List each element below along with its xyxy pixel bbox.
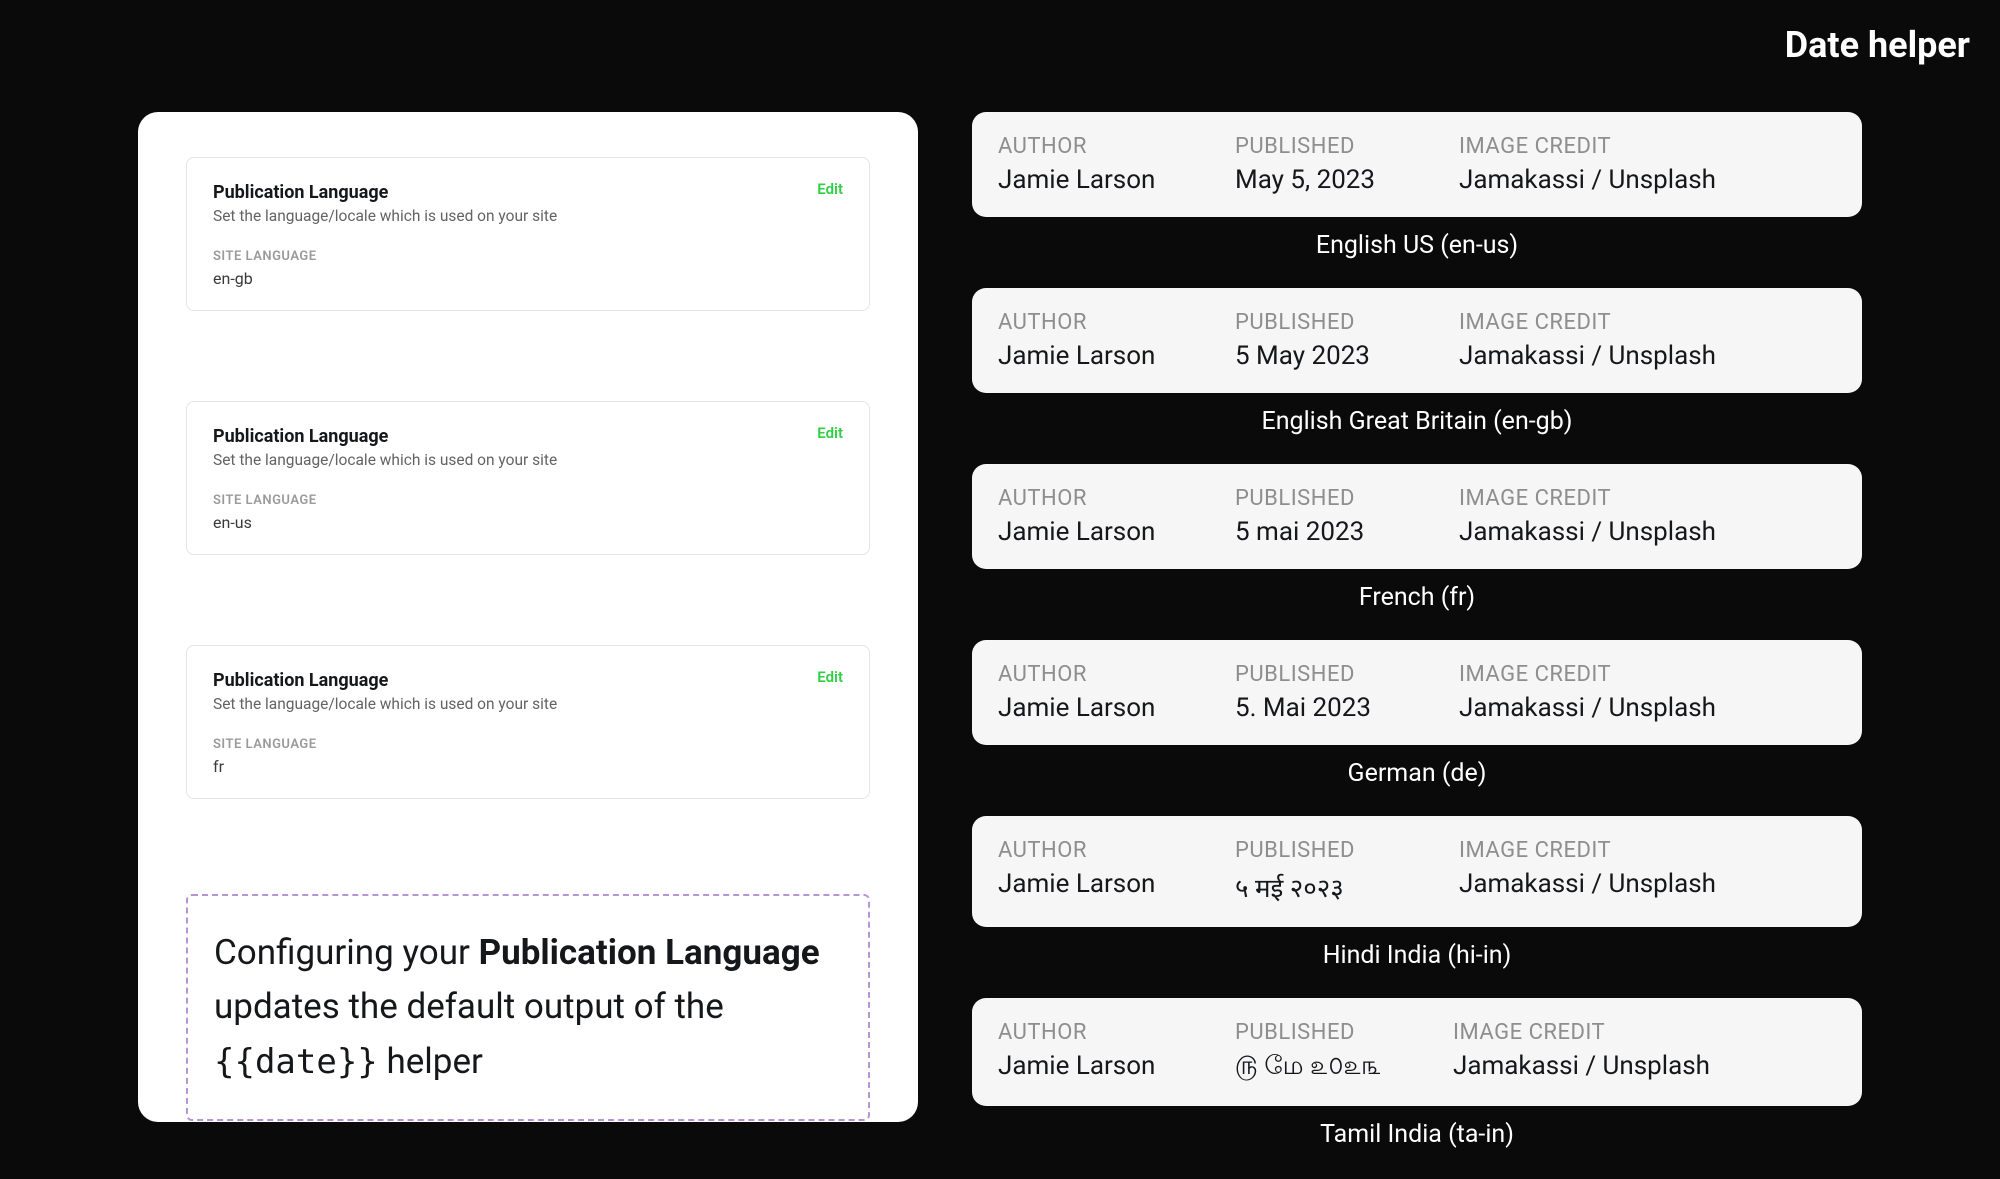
- col-label-credit: IMAGE CREDIT: [1459, 662, 1836, 687]
- preview-caption: German (de): [972, 759, 1862, 788]
- preview-caption: French (fr): [972, 583, 1862, 612]
- col-value-author: Jamie Larson: [998, 517, 1217, 547]
- callout-code: {{date}}: [214, 1042, 378, 1082]
- preview-credit-col: IMAGE CREDIT Jamakassi / Unsplash: [1459, 662, 1836, 723]
- setting-field-value: en-gb: [213, 269, 843, 288]
- col-label-credit: IMAGE CREDIT: [1453, 1020, 1836, 1045]
- col-label-author: AUTHOR: [998, 1020, 1217, 1045]
- preview-author-col: AUTHOR Jamie Larson: [998, 310, 1217, 371]
- col-value-author: Jamie Larson: [998, 693, 1217, 723]
- col-label-author: AUTHOR: [998, 310, 1217, 335]
- setting-title: Publication Language: [213, 670, 843, 691]
- info-callout: Configuring your Publication Language up…: [186, 894, 870, 1121]
- preview-published-col: PUBLISHED ५ मई २०२३: [1235, 838, 1441, 905]
- col-value-author: Jamie Larson: [998, 869, 1217, 899]
- previews-panel: AUTHOR Jamie Larson PUBLISHED May 5, 202…: [972, 112, 1862, 1177]
- col-value-credit: Jamakassi / Unsplash: [1459, 693, 1836, 723]
- locale-preview-card: AUTHOR Jamie Larson PUBLISHED ५ मई २०२३ …: [972, 816, 1862, 927]
- col-label-author: AUTHOR: [998, 662, 1217, 687]
- preview-credit-col: IMAGE CREDIT Jamakassi / Unsplash: [1459, 486, 1836, 547]
- col-value-credit: Jamakassi / Unsplash: [1459, 165, 1836, 195]
- col-label-published: PUBLISHED: [1235, 310, 1441, 335]
- col-label-credit: IMAGE CREDIT: [1459, 486, 1836, 511]
- preview-published-col: PUBLISHED 5. Mai 2023: [1235, 662, 1441, 723]
- setting-description: Set the language/locale which is used on…: [213, 695, 843, 713]
- col-label-published: PUBLISHED: [1235, 1020, 1435, 1045]
- preview-author-col: AUTHOR Jamie Larson: [998, 838, 1217, 905]
- publication-language-card: Publication Language Set the language/lo…: [186, 157, 870, 311]
- col-label-published: PUBLISHED: [1235, 838, 1441, 863]
- preview-caption: English US (en-us): [972, 231, 1862, 260]
- col-value-author: Jamie Larson: [998, 341, 1217, 371]
- col-label-author: AUTHOR: [998, 838, 1217, 863]
- col-value-author: Jamie Larson: [998, 1051, 1217, 1081]
- edit-button[interactable]: Edit: [817, 668, 843, 686]
- preview-author-col: AUTHOR Jamie Larson: [998, 1020, 1217, 1084]
- col-label-credit: IMAGE CREDIT: [1459, 310, 1836, 335]
- col-label-published: PUBLISHED: [1235, 134, 1441, 159]
- col-label-author: AUTHOR: [998, 486, 1217, 511]
- preview-published-col: PUBLISHED ௫ மே ௨௦௨௩: [1235, 1020, 1435, 1084]
- callout-bold: Publication Language: [479, 932, 820, 973]
- preview-published-col: PUBLISHED 5 May 2023: [1235, 310, 1441, 371]
- settings-panel: Publication Language Set the language/lo…: [138, 112, 918, 1122]
- setting-field-value: en-us: [213, 513, 843, 532]
- preview-published-col: PUBLISHED 5 mai 2023: [1235, 486, 1441, 547]
- publication-language-card: Publication Language Set the language/lo…: [186, 645, 870, 799]
- preview-author-col: AUTHOR Jamie Larson: [998, 134, 1217, 195]
- col-value-credit: Jamakassi / Unsplash: [1459, 517, 1836, 547]
- locale-preview-card: AUTHOR Jamie Larson PUBLISHED May 5, 202…: [972, 112, 1862, 217]
- locale-preview-card: AUTHOR Jamie Larson PUBLISHED 5 mai 2023…: [972, 464, 1862, 569]
- preview-credit-col: IMAGE CREDIT Jamakassi / Unsplash: [1459, 838, 1836, 905]
- edit-button[interactable]: Edit: [817, 180, 843, 198]
- preview-credit-col: IMAGE CREDIT Jamakassi / Unsplash: [1459, 134, 1836, 195]
- setting-description: Set the language/locale which is used on…: [213, 207, 843, 225]
- setting-field-value: fr: [213, 757, 843, 776]
- col-value-published: 5 May 2023: [1235, 341, 1441, 371]
- preview-caption: English Great Britain (en-gb): [972, 407, 1862, 436]
- col-value-credit: Jamakassi / Unsplash: [1459, 869, 1836, 899]
- setting-description: Set the language/locale which is used on…: [213, 451, 843, 469]
- locale-preview-card: AUTHOR Jamie Larson PUBLISHED 5 May 2023…: [972, 288, 1862, 393]
- setting-title: Publication Language: [213, 426, 843, 447]
- locale-preview-card: AUTHOR Jamie Larson PUBLISHED ௫ மே ௨௦௨௩ …: [972, 998, 1862, 1106]
- col-label-published: PUBLISHED: [1235, 662, 1441, 687]
- preview-credit-col: IMAGE CREDIT Jamakassi / Unsplash: [1459, 310, 1836, 371]
- preview-published-col: PUBLISHED May 5, 2023: [1235, 134, 1441, 195]
- col-value-published: 5. Mai 2023: [1235, 693, 1441, 723]
- col-label-author: AUTHOR: [998, 134, 1217, 159]
- preview-credit-col: IMAGE CREDIT Jamakassi / Unsplash: [1453, 1020, 1836, 1084]
- col-label-credit: IMAGE CREDIT: [1459, 838, 1836, 863]
- page-title: Date helper: [1785, 24, 1970, 66]
- col-value-credit: Jamakassi / Unsplash: [1459, 341, 1836, 371]
- callout-text: Configuring your: [214, 932, 479, 973]
- col-value-author: Jamie Larson: [998, 165, 1217, 195]
- col-value-published: 5 mai 2023: [1235, 517, 1441, 547]
- col-label-published: PUBLISHED: [1235, 486, 1441, 511]
- setting-field-label: SITE LANGUAGE: [213, 737, 843, 752]
- setting-field-label: SITE LANGUAGE: [213, 249, 843, 264]
- locale-preview-card: AUTHOR Jamie Larson PUBLISHED 5. Mai 202…: [972, 640, 1862, 745]
- callout-text: helper: [378, 1041, 483, 1082]
- preview-author-col: AUTHOR Jamie Larson: [998, 662, 1217, 723]
- col-value-published: ५ मई २०२३: [1235, 869, 1441, 905]
- preview-author-col: AUTHOR Jamie Larson: [998, 486, 1217, 547]
- col-value-credit: Jamakassi / Unsplash: [1453, 1051, 1836, 1081]
- col-label-credit: IMAGE CREDIT: [1459, 134, 1836, 159]
- setting-field-label: SITE LANGUAGE: [213, 493, 843, 508]
- col-value-published: ௫ மே ௨௦௨௩: [1235, 1051, 1435, 1084]
- callout-text: updates the default output of the: [214, 986, 724, 1027]
- preview-caption: Hindi India (hi-in): [972, 941, 1862, 970]
- preview-caption: Tamil India (ta-in): [972, 1120, 1862, 1149]
- publication-language-card: Publication Language Set the language/lo…: [186, 401, 870, 555]
- setting-title: Publication Language: [213, 182, 843, 203]
- edit-button[interactable]: Edit: [817, 424, 843, 442]
- col-value-published: May 5, 2023: [1235, 165, 1441, 195]
